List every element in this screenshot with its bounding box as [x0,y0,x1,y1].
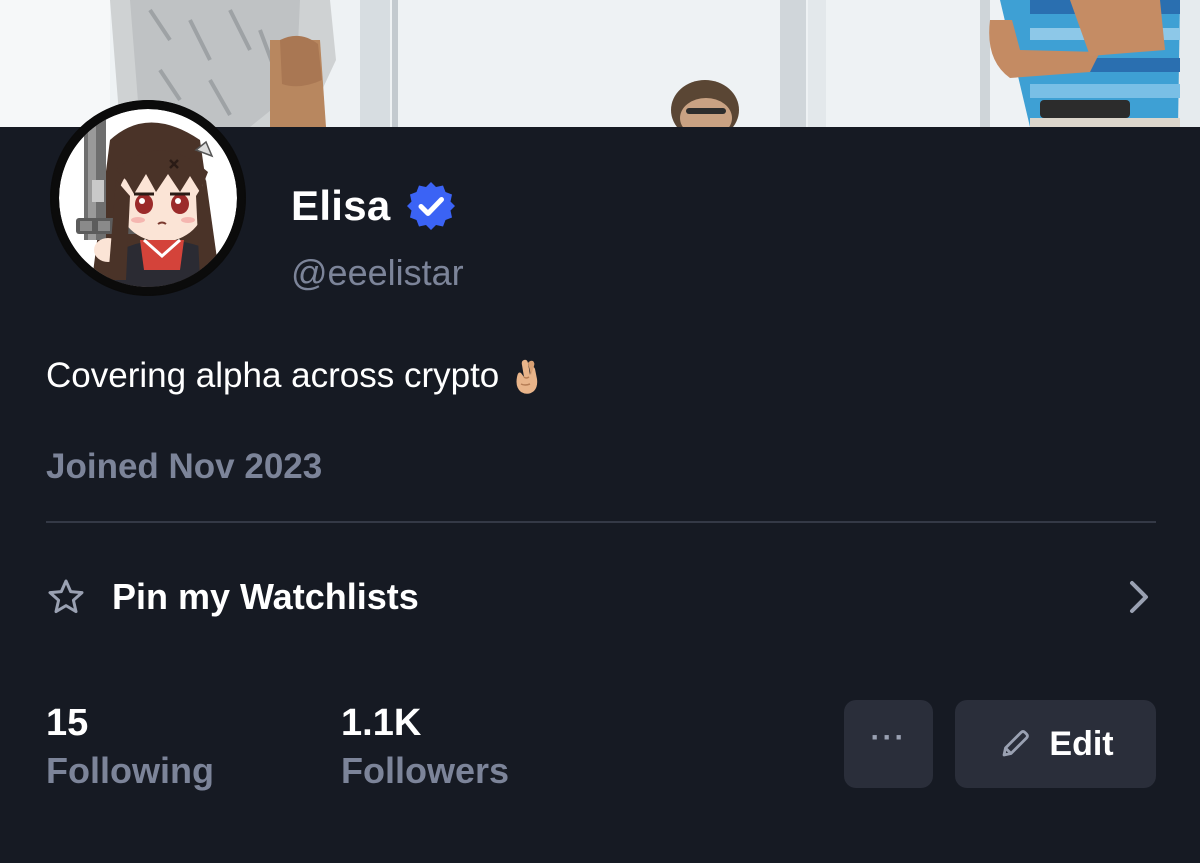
following-label: Following [46,750,214,791]
name-row: Elisa [291,178,457,234]
following-count: 15 [46,702,89,744]
divider [46,521,1156,523]
display-name: Elisa [291,182,391,229]
following-stat[interactable]: 15 Following [46,700,214,796]
pin-watchlists-label: Pin my Watchlists [112,576,419,617]
pin-watchlists-row[interactable]: Pin my Watchlists [46,560,1156,634]
followers-stat[interactable]: 1.1K Followers [341,700,509,796]
followers-count: 1.1K [341,702,422,744]
more-options-button[interactable]: ··· [844,700,933,788]
edit-label: Edit [1049,724,1114,763]
chevron-right-icon [1130,581,1148,613]
star-icon [48,579,84,614]
followers-label: Followers [341,750,510,791]
fingers-crossed-emoji-icon [516,359,538,394]
more-dots-icon: ··· [870,721,907,754]
avatar-image [50,100,246,296]
profile-page: Elisa @eeelistar Covering alpha across c… [0,0,1200,863]
edit-profile-button[interactable]: Edit [955,700,1156,788]
avatar[interactable] [50,100,246,296]
profile-bio: Covering alpha across crypto [46,356,541,396]
bio-text: Covering alpha across crypto [46,356,500,395]
pencil-icon [1002,730,1030,757]
verified-badge-icon[interactable] [405,180,457,232]
joined-date: Joined Nov 2023 [46,447,323,486]
profile-handle: @eeelistar [291,252,464,293]
